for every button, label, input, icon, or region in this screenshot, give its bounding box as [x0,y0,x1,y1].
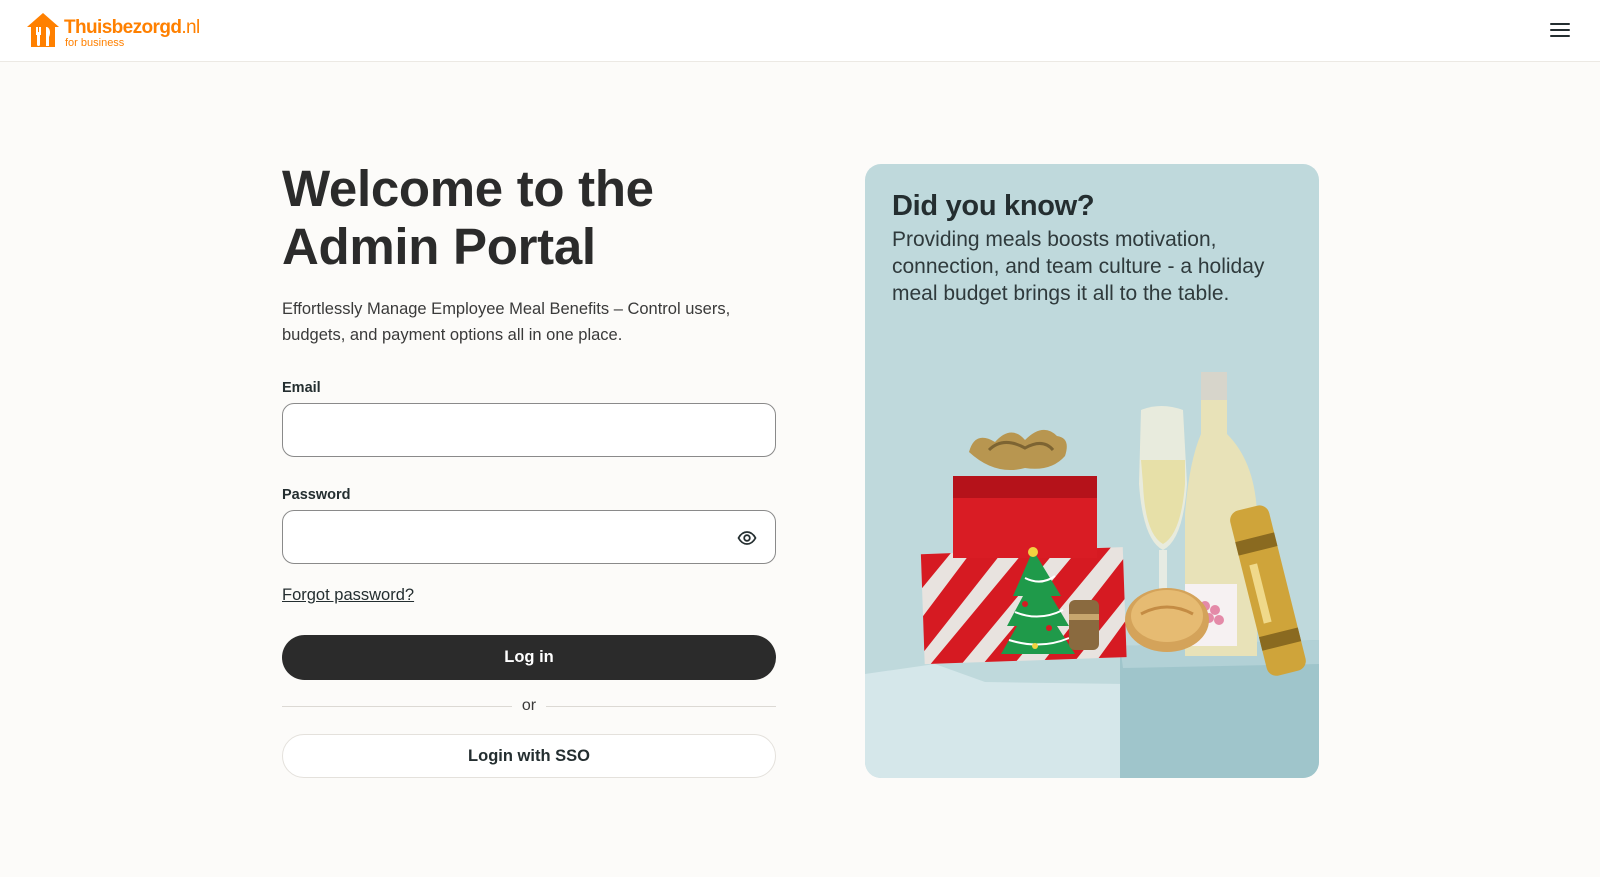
email-field-wrapper [282,403,776,457]
email-field[interactable] [283,404,775,456]
hamburger-menu-icon[interactable] [1548,20,1572,42]
email-label: Email [282,380,321,396]
eye-icon[interactable] [737,528,757,548]
forgot-password-link[interactable]: Forgot password? [282,586,414,605]
card-text: Providing meals boosts motivation, conne… [892,228,1265,305]
divider-line-right [546,706,776,707]
password-field-wrapper [282,510,776,564]
thuisbezorgd-logo[interactable]: Thuisbezorgd.nl for business [26,12,200,50]
page-title: Welcome to the Admin Portal [282,160,654,275]
house-fork-knife-icon [27,13,59,47]
password-field[interactable] [283,511,775,563]
or-divider: or [282,696,776,716]
card-title: Did you know? [892,190,1095,222]
top-navigation-bar: Thuisbezorgd.nl for business [0,0,1600,62]
sso-login-button[interactable]: Login with SSO [282,734,776,778]
logo-wordmark: Thuisbezorgd.nl [64,17,200,38]
page-subtitle: Effortlessly Manage Employee Meal Benefi… [282,300,731,344]
holiday-gifts-and-champagne-image [865,372,1319,778]
did-you-know-card: Did you know? Providing meals boosts mot… [865,164,1319,778]
login-button[interactable]: Log in [282,635,776,680]
password-label: Password [282,487,351,503]
login-panel: Welcome to the Admin Portal Effortlessly … [282,160,776,778]
logo-tagline: for business [65,37,125,49]
